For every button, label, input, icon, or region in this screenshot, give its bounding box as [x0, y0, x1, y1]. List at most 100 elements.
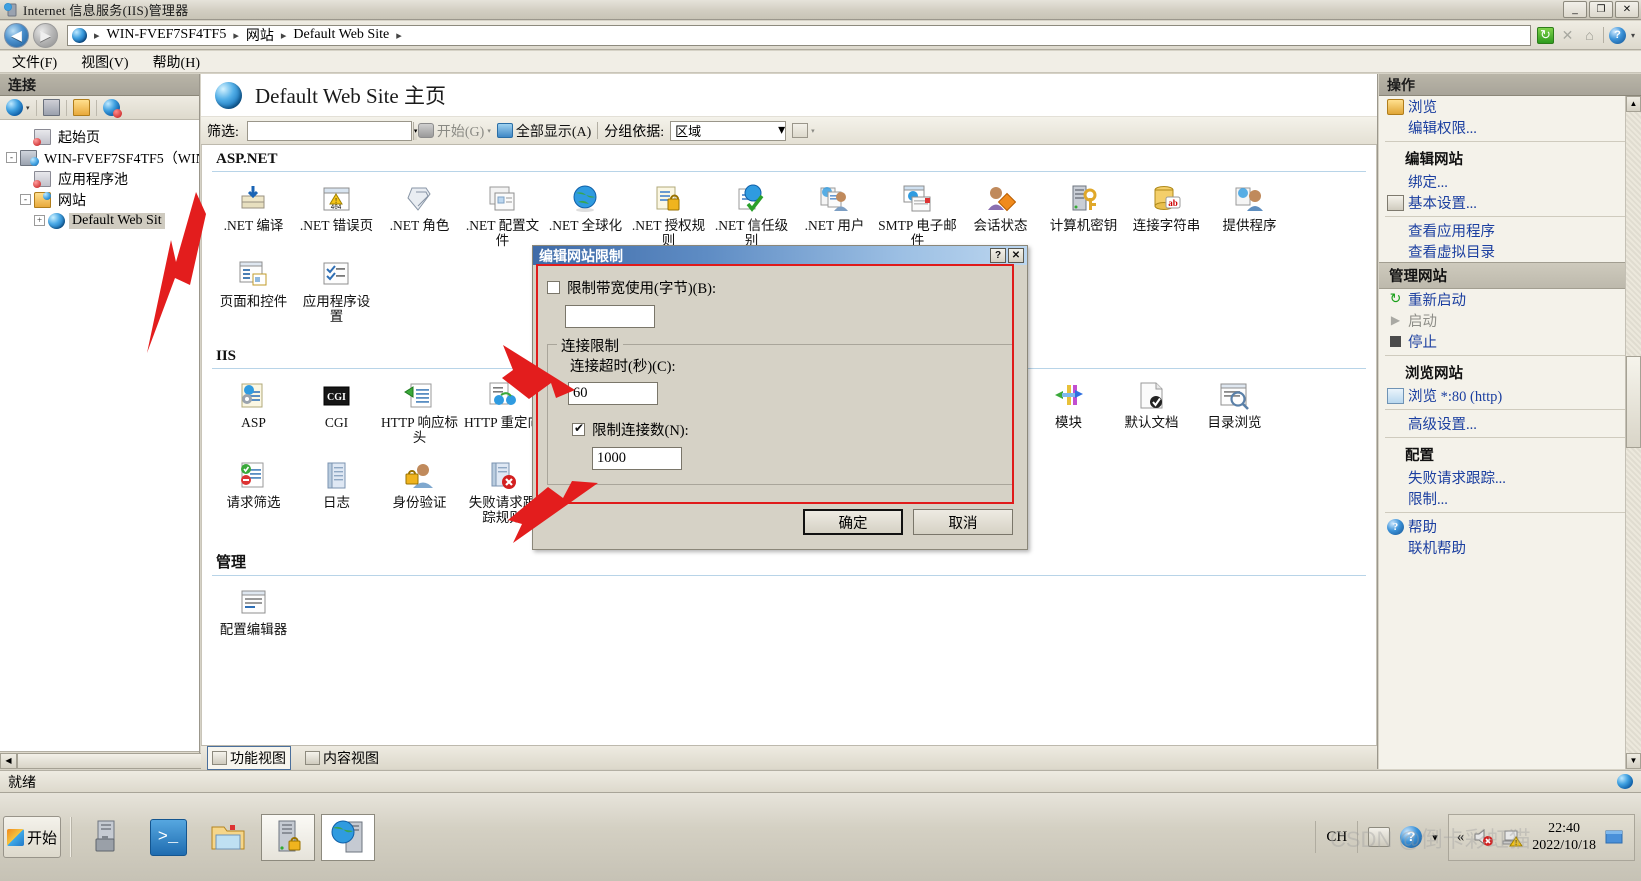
tree-horizontal-scrollbar[interactable]: ◀ ▶ — [0, 751, 217, 769]
feature-net-globalization[interactable]: .NET 全球化 — [544, 180, 627, 248]
tab-content-view[interactable]: 内容视图 — [301, 747, 383, 769]
feature-modules[interactable]: 模块 — [1027, 377, 1110, 445]
connections-input[interactable]: 1000 — [592, 447, 682, 470]
scroll-up-button[interactable]: ▲ — [1626, 96, 1641, 112]
feature-directory-browsing[interactable]: 目录浏览 — [1193, 377, 1276, 445]
ok-button[interactable]: 确定 — [803, 509, 903, 535]
disconnect-icon[interactable] — [102, 99, 122, 118]
save-connection-icon[interactable] — [42, 99, 60, 116]
chevron-down-icon[interactable]: ▾ — [1631, 31, 1635, 40]
bandwidth-checkbox-row[interactable]: 限制带宽使用(字节)(B): — [547, 277, 1013, 298]
feature-configuration-editor[interactable]: 配置编辑器 — [212, 584, 295, 650]
scroll-thumb[interactable] — [1626, 356, 1641, 448]
feature-authentication[interactable]: 身份验证 — [378, 457, 461, 525]
refresh-icon[interactable] — [1536, 26, 1554, 44]
action-center-icon[interactable] — [1604, 827, 1626, 847]
clock[interactable]: 22:40 2022/10/18 — [1532, 820, 1596, 854]
network-warning-icon[interactable]: ! — [1502, 827, 1524, 847]
help-icon[interactable]: ? — [1608, 26, 1626, 44]
action-bindings[interactable]: 绑定... — [1379, 171, 1641, 192]
feature-logging[interactable]: 日志 — [295, 457, 378, 525]
feature-smtp-email[interactable]: SMTP 电子邮件 — [876, 180, 959, 248]
action-browse-site-80[interactable]: 浏览 *:80 (http) — [1379, 385, 1641, 406]
filter-combo[interactable]: ▾ — [246, 120, 418, 141]
action-browse[interactable]: 浏览 — [1379, 96, 1641, 117]
tree-item-app-pools[interactable]: 应用程序池 — [6, 168, 199, 189]
feature-connection-strings[interactable]: ab 连接字符串 — [1125, 180, 1208, 248]
connect-icon[interactable] — [6, 99, 23, 116]
group-by-combo[interactable]: 区域 ▾ — [670, 120, 787, 141]
feature-providers[interactable]: 提供程序 — [1208, 180, 1291, 248]
expand-toggle[interactable]: + — [34, 215, 45, 226]
menu-item-help[interactable]: 帮助(H) — [153, 52, 200, 72]
bandwidth-checkbox[interactable] — [547, 281, 560, 294]
action-basic-settings[interactable]: 基本设置... — [1379, 192, 1641, 213]
feature-default-document[interactable]: 默认文档 — [1110, 377, 1193, 445]
feature-net-trust-levels[interactable]: .NET 信任级别 — [710, 180, 793, 248]
tray-clock-area[interactable]: « ! 22:40 2022/10/18 — [1447, 813, 1635, 861]
breadcrumb[interactable]: ▸ WIN-FVEF7SF4TF5 ▸ 网站 ▸ Default Web Sit… — [67, 24, 1531, 46]
feature-asp[interactable]: ASP — [212, 377, 295, 445]
action-view-virtual-directories[interactable]: 查看虚拟目录 — [1379, 241, 1641, 262]
scroll-thumb[interactable] — [17, 752, 217, 769]
show-desktop-icon[interactable]: ▾ — [1432, 831, 1438, 844]
feature-request-filtering[interactable]: 请求筛选 — [212, 457, 295, 525]
action-limits[interactable]: 限制... — [1379, 488, 1641, 509]
scroll-track[interactable] — [17, 752, 217, 769]
feature-pages-controls[interactable]: 页面和控件 — [212, 256, 295, 324]
feature-net-compilation[interactable]: .NET 编译 — [212, 180, 295, 248]
taskbar-item-iis-manager[interactable] — [321, 813, 375, 861]
window-controls[interactable]: _ ❐ ✕ — [1563, 1, 1639, 18]
breadcrumb-item-site[interactable]: Default Web Site — [291, 27, 391, 43]
taskbar-item-server-manager[interactable] — [81, 814, 135, 861]
feature-application-settings[interactable]: 应用程序设置 — [295, 256, 378, 324]
feature-cgi[interactable]: CGI CGI — [295, 377, 378, 445]
tree-item-server[interactable]: - WIN-FVEF7SF4TF5（WIN — [6, 147, 199, 168]
action-failed-request-tracing[interactable]: 失败请求跟踪... — [1379, 467, 1641, 488]
action-online-help[interactable]: 联机帮助 — [1379, 537, 1641, 558]
feature-net-profile[interactable]: .NET 配置文件 — [461, 180, 544, 248]
feature-machine-key[interactable]: 计算机密钥 — [1042, 180, 1125, 248]
help-icon[interactable]: ? — [1400, 826, 1423, 848]
menu-item-file[interactable]: 文件(F) — [12, 52, 57, 72]
start-button[interactable]: 开始 — [3, 816, 61, 858]
chevron-down-icon[interactable]: ▾ — [487, 127, 491, 135]
taskbar-item-server-lock[interactable] — [261, 813, 315, 861]
home-icon[interactable]: ⌂ — [1581, 27, 1598, 44]
filter-input[interactable] — [247, 121, 413, 140]
taskbar-item-file-explorer[interactable] — [201, 814, 255, 861]
forward-button[interactable]: ▶ — [33, 22, 58, 48]
show-all-button[interactable]: 全部显示(A) — [496, 121, 591, 141]
feature-net-authorization[interactable]: .NET 授权规则 — [627, 180, 710, 248]
breadcrumb-item-sites[interactable]: 网站 — [244, 25, 276, 45]
timeout-input[interactable]: 60 — [568, 382, 658, 405]
breadcrumb-item-server[interactable]: WIN-FVEF7SF4TF5 — [105, 27, 229, 43]
open-connection-icon[interactable] — [72, 99, 90, 116]
back-button[interactable]: ◀ — [4, 22, 29, 48]
action-restart[interactable]: ↻ 重新启动 — [1379, 289, 1641, 310]
collapse-toggle[interactable]: - — [6, 152, 17, 163]
tree-item-start-page[interactable]: 起始页 — [6, 126, 199, 147]
limit-connections-row[interactable]: 限制连接数(N): — [572, 419, 1000, 440]
stop-icon[interactable]: ✕ — [1559, 27, 1576, 44]
chevron-down-icon[interactable]: ▾ — [26, 104, 30, 112]
feature-http-response-headers[interactable]: HTTP 响应标头 — [378, 377, 461, 445]
tab-features-view[interactable]: 功能视图 — [207, 745, 291, 770]
action-advanced-settings[interactable]: 高级设置... — [1379, 413, 1641, 434]
cancel-button[interactable]: 取消 — [913, 509, 1013, 535]
go-button[interactable]: 开始(G) ▾ — [417, 121, 491, 141]
feature-net-error-pages[interactable]: ! 404 .NET 错误页 — [295, 180, 378, 248]
connections-tree[interactable]: 起始页 - WIN-FVEF7SF4TF5（WIN 应用程序池 - 网站 + D… — [0, 120, 199, 751]
ime-indicator[interactable]: CH — [1326, 829, 1347, 846]
dialog-close-button[interactable]: ✕ — [1008, 248, 1024, 263]
dialog-help-button[interactable]: ? — [990, 248, 1006, 263]
tree-item-default-web-site[interactable]: + Default Web Sit — [6, 210, 199, 231]
chevron-down-icon[interactable]: ▾ — [412, 121, 418, 140]
action-stop[interactable]: 停止 — [1379, 331, 1641, 352]
feature-net-users[interactable]: .NET 用户 — [793, 180, 876, 248]
minimize-button[interactable]: _ — [1563, 1, 1587, 18]
volume-muted-icon[interactable] — [1472, 827, 1494, 847]
limit-connections-checkbox[interactable] — [572, 421, 585, 436]
action-view-applications[interactable]: 查看应用程序 — [1379, 220, 1641, 241]
maximize-button[interactable]: ❐ — [1589, 1, 1613, 18]
